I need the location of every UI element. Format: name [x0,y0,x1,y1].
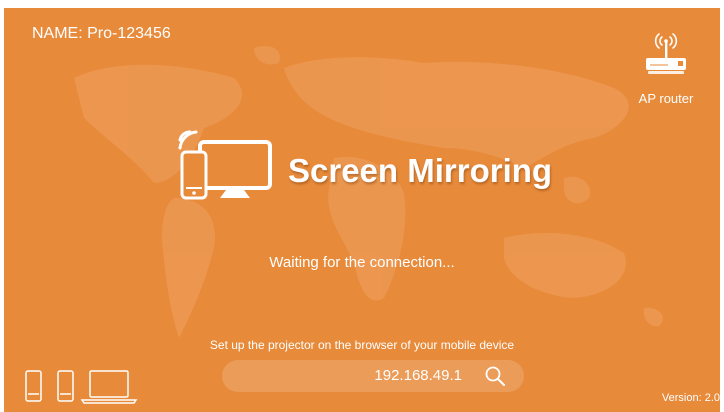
laptop-icon [80,370,138,404]
connection-status: Waiting for the connection... [269,254,455,271]
screen-mirroring-screen: NAME: Pro-123456 AP router Screen Mirror… [4,8,720,412]
page-title: Screen Mirroring [288,152,553,189]
ip-address-bar[interactable]: 192.168.49.1 [222,360,524,392]
phone-icon [57,370,74,402]
version-label: Version: 2.0 [661,392,720,404]
device-icons [25,370,138,404]
ip-address: 192.168.49.1 [374,367,462,384]
supported-devices [24,370,144,409]
ap-router: AP router [630,28,702,106]
router-label: AP router [638,91,694,106]
phone-icon [25,370,42,402]
router-icon [646,33,686,74]
device-name: NAME: Pro-123456 [32,25,171,42]
screen-mirroring-icon [178,130,272,200]
search-icon[interactable] [484,365,506,387]
setup-hint: Set up the projector on the browser of y… [209,338,515,352]
